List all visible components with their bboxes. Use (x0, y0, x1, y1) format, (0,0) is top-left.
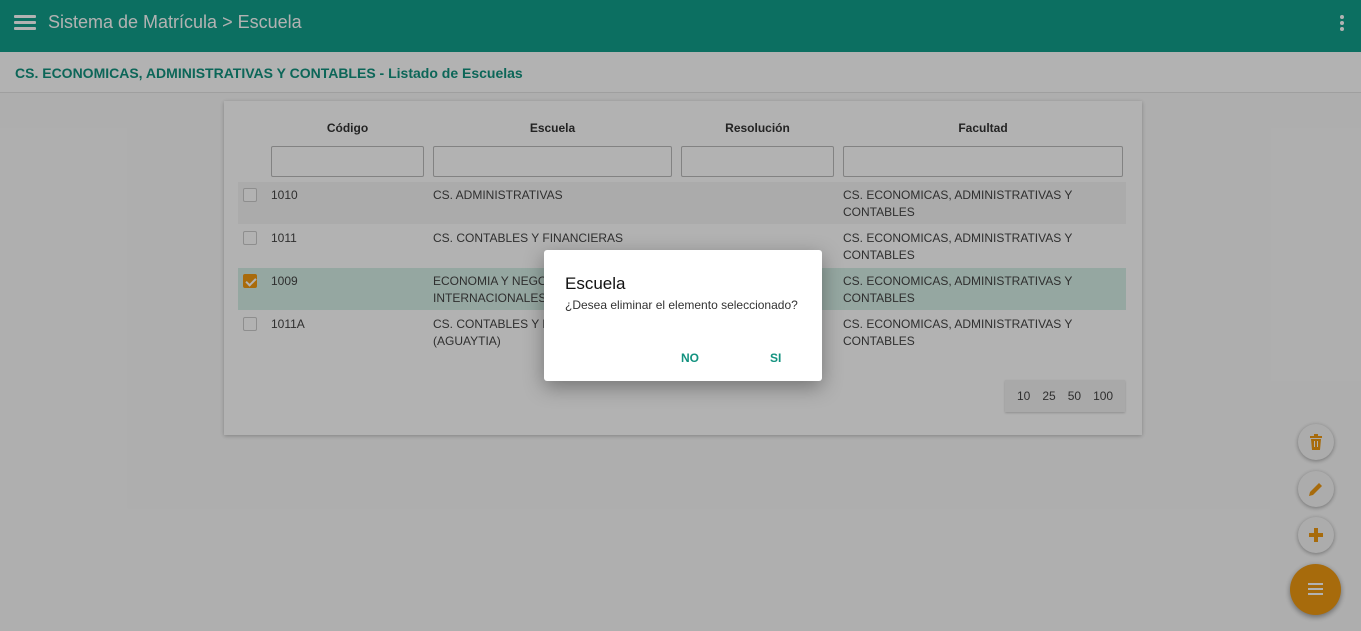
yes-button[interactable]: SI (770, 351, 781, 365)
no-button[interactable]: NO (681, 351, 699, 365)
confirm-delete-dialog: Escuela ¿Desea eliminar el elemento sele… (544, 250, 822, 381)
dialog-title: Escuela (565, 274, 626, 293)
dialog-message: ¿Desea eliminar el elemento seleccionado… (565, 298, 798, 312)
